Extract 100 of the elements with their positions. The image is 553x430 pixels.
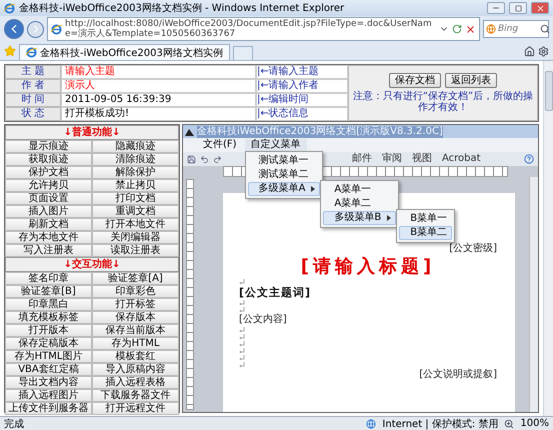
forward-button[interactable]: [27, 20, 44, 38]
document-field: [公文主题词]: [239, 286, 312, 299]
function-button[interactable]: 保存版本: [92, 311, 179, 324]
function-button[interactable]: 写入注册表: [5, 244, 92, 257]
function-button[interactable]: 签名印章: [5, 272, 92, 285]
field-label: 主 题: [5, 65, 61, 79]
ribbon-tab[interactable]: 邮件: [352, 153, 372, 165]
ribbon-tab[interactable]: Acrobat: [442, 153, 481, 165]
function-button[interactable]: 上传文件到服务器: [5, 402, 92, 415]
function-button[interactable]: 打开本地文件: [92, 218, 179, 231]
settings-icon[interactable]: [538, 46, 549, 56]
action-button[interactable]: 返回列表: [445, 73, 497, 88]
function-button[interactable]: 打开标签: [92, 298, 179, 311]
menu[interactable]: 文件(F): [197, 139, 243, 151]
browser-logo-icon: [51, 24, 62, 34]
document-field: [公文说明或提叙]: [419, 368, 497, 381]
submenu-arrow-icon: [311, 186, 316, 192]
search-engine-icon: [486, 24, 496, 34]
field-label: 作 者: [5, 79, 61, 93]
function-button[interactable]: 允许拷贝: [5, 179, 92, 192]
help-icon[interactable]: [524, 154, 534, 164]
paragraph-mark-icon: [239, 278, 245, 285]
function-button[interactable]: 验证签章[A]: [92, 272, 179, 285]
notice-text: 注意：只有进行“保存文档”后，所做的操作才有效！: [352, 91, 534, 113]
field-hint: |←编辑时间: [256, 93, 348, 107]
function-button[interactable]: 存为HTML: [92, 337, 179, 350]
function-button[interactable]: 禁止拷贝: [92, 179, 179, 192]
function-button[interactable]: 获取痕迹: [5, 153, 92, 166]
field-hint: |←请输入作者: [256, 79, 348, 93]
section-title: ↓普通功能↓: [5, 125, 179, 140]
menu[interactable]: 自定义菜单: [244, 139, 307, 151]
field-hint: |←状态信息: [256, 107, 348, 121]
function-button[interactable]: 隐藏痕迹: [92, 140, 179, 153]
close-icon: [536, 4, 544, 12]
action-button[interactable]: 保存文档: [389, 73, 441, 88]
home-icon[interactable]: [524, 46, 535, 56]
function-button[interactable]: VBA套红定稿: [5, 363, 92, 376]
search-field[interactable]: Bing: [483, 20, 549, 38]
ribbon-tab[interactable]: 视图: [412, 153, 432, 165]
function-button[interactable]: 打印文档: [92, 192, 179, 205]
function-button[interactable]: 保护文档: [5, 166, 92, 179]
function-button[interactable]: 印章黑白: [5, 298, 92, 311]
function-button[interactable]: 保存当前版本: [92, 324, 179, 337]
address-bar[interactable]: http://localhost:8080/iWebOffice2003/DocumentEdit.jsp?FileType=.doc&UserName=演示人&Template=1050560363767: [47, 17, 480, 41]
function-button[interactable]: 印章彩色: [92, 285, 179, 298]
zoom-icon[interactable]: [504, 418, 514, 428]
redo-icon[interactable]: [213, 154, 222, 164]
function-button[interactable]: 打开远程文件: [92, 402, 179, 415]
menu-item[interactable]: B菜单二: [399, 226, 452, 240]
menu-item[interactable]: 多级菜单A: [248, 182, 320, 196]
submenu-arrow-icon: [387, 215, 392, 221]
refresh-icon[interactable]: [452, 24, 462, 34]
menu-item[interactable]: B菜单一: [399, 212, 452, 226]
menu-item[interactable]: 多级菜单B: [323, 211, 396, 225]
close-button[interactable]: [531, 2, 549, 14]
stop-icon[interactable]: [465, 24, 476, 34]
menu-item[interactable]: 测试菜单一: [248, 154, 320, 168]
back-button[interactable]: [4, 19, 24, 39]
function-button[interactable]: 存为HTML图片: [5, 350, 92, 363]
document-field: [公文内容]: [239, 314, 287, 326]
function-button[interactable]: 读取注册表: [92, 244, 179, 257]
function-button[interactable]: 下载服务器文件: [92, 389, 179, 402]
maximize-button[interactable]: [509, 2, 527, 14]
function-button[interactable]: 插入图片: [5, 205, 92, 218]
field-value: 请输入主题: [61, 65, 256, 79]
search-icon[interactable]: [540, 24, 550, 34]
browser-tab[interactable]: 金格科技-iWebOffice2003网络文档实例: [19, 44, 230, 60]
function-button[interactable]: 填充模板标签: [5, 311, 92, 324]
menu-item[interactable]: A菜单一: [323, 183, 396, 197]
function-button[interactable]: 验证签章[B]: [5, 285, 92, 298]
function-button[interactable]: 导入原稿内容: [92, 363, 179, 376]
zoom-level[interactable]: 100%: [520, 418, 549, 429]
field-value: 打开模板成功!: [61, 107, 256, 121]
undo-icon[interactable]: [200, 154, 209, 164]
menu-item[interactable]: A菜单二: [323, 197, 396, 211]
function-button[interactable]: 解除保护: [92, 166, 179, 179]
function-button[interactable]: 清除痕迹: [92, 153, 179, 166]
function-button[interactable]: 存为本地文件: [5, 231, 92, 244]
globe-icon: [366, 418, 376, 428]
field-value: 演示人: [61, 79, 256, 93]
function-button[interactable]: 关闭编辑器: [92, 231, 179, 244]
document-title: [请输入标题]: [300, 256, 436, 278]
function-button[interactable]: 导出文档内容: [5, 376, 92, 389]
function-button[interactable]: 插入远程图片: [5, 389, 92, 402]
function-button[interactable]: 保存定稿版本: [5, 337, 92, 350]
editor-title: 金格科技iWebOffice2003网络文档[演示版V8.3.2.0C]: [197, 126, 443, 138]
maximize-icon: [514, 4, 522, 12]
function-button[interactable]: 刷新文档: [5, 218, 92, 231]
function-button[interactable]: 模板套红: [92, 350, 179, 363]
function-button[interactable]: 页面设置: [5, 192, 92, 205]
minimize-button[interactable]: [487, 2, 505, 14]
save-icon[interactable]: [187, 154, 196, 164]
function-button[interactable]: 显示痕迹: [5, 140, 92, 153]
document-field: [公文密级]: [449, 243, 497, 255]
field-label: 状 态: [5, 107, 61, 121]
function-button[interactable]: 打开版本: [5, 324, 92, 337]
function-button[interactable]: 重调文档: [92, 205, 179, 218]
menu-item[interactable]: 测试菜单二: [248, 168, 320, 182]
ribbon-tab[interactable]: 审阅: [382, 153, 402, 165]
function-button[interactable]: 插入远程表格: [92, 376, 179, 389]
